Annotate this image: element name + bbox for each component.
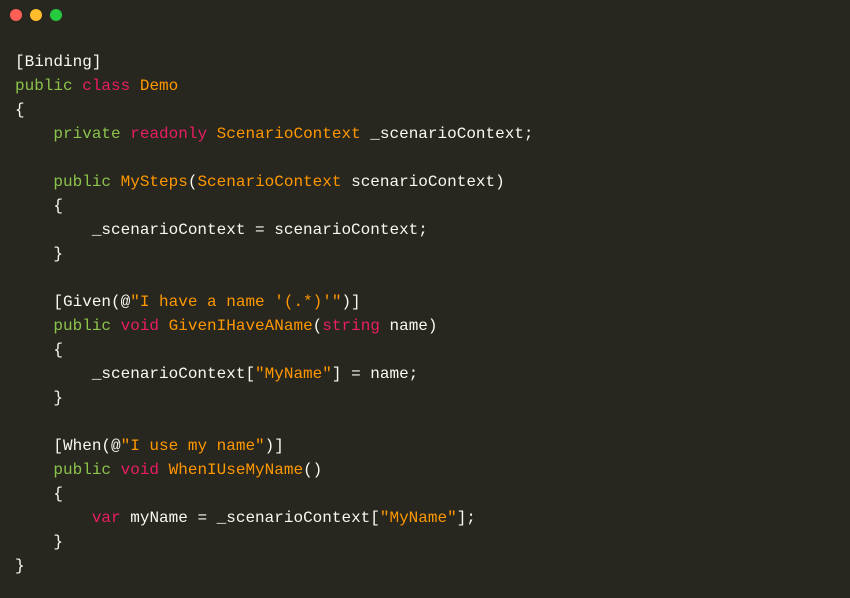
window-titlebar <box>0 0 850 30</box>
code-line: public void GivenIHaveAName(string name) <box>15 314 835 338</box>
code-line: } <box>15 530 835 554</box>
code-line: } <box>15 386 835 410</box>
code-line: { <box>15 194 835 218</box>
code-line: var myName = _scenarioContext["MyName"]; <box>15 506 835 530</box>
code-line: [Binding] <box>15 50 835 74</box>
code-line: _scenarioContext = scenarioContext; <box>15 218 835 242</box>
code-line <box>15 146 835 170</box>
code-line: [Given(@"I have a name '(.*)'")] <box>15 290 835 314</box>
code-line: { <box>15 482 835 506</box>
code-line: private readonly ScenarioContext _scenar… <box>15 122 835 146</box>
close-icon[interactable] <box>10 9 22 21</box>
code-line: public void WhenIUseMyName() <box>15 458 835 482</box>
code-line: _scenarioContext["MyName"] = name; <box>15 362 835 386</box>
code-line: public class Demo <box>15 74 835 98</box>
code-line: public MySteps(ScenarioContext scenarioC… <box>15 170 835 194</box>
minimize-icon[interactable] <box>30 9 42 21</box>
code-line: { <box>15 98 835 122</box>
code-line <box>15 410 835 434</box>
code-line: } <box>15 242 835 266</box>
code-line: [When(@"I use my name")] <box>15 434 835 458</box>
code-line <box>15 266 835 290</box>
maximize-icon[interactable] <box>50 9 62 21</box>
code-line: { <box>15 338 835 362</box>
code-line: } <box>15 554 835 578</box>
code-editor[interactable]: [Binding] public class Demo { private re… <box>0 30 850 598</box>
